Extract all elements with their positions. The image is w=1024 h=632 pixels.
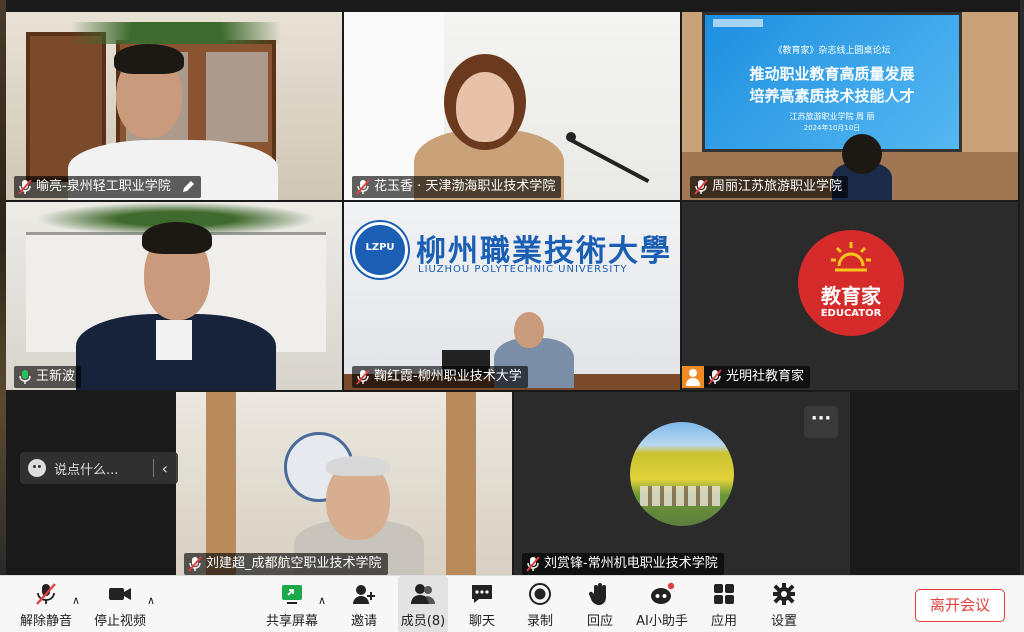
participant-name-tag: 喻亮-泉州轻工职业学院	[14, 176, 201, 198]
participant-name-tag: 光明社教育家	[682, 366, 811, 388]
video-tile-6[interactable]: 教育家 EDUCATOR 光明社教育家	[682, 202, 1018, 390]
chat-label: 聊天	[468, 614, 495, 629]
meeting-toolbar: 解除静音 ∧ 停止视频 ∧ 共享屏幕 ∧ 邀请 成员(8) 聊天 录制 回应 A…	[0, 575, 1024, 632]
educator-logo-cn: 教育家	[821, 284, 881, 308]
hand-wave-icon	[588, 583, 606, 605]
mic-muted-icon	[694, 179, 708, 195]
video-tile-4-active-speaker[interactable]: 王新波	[6, 202, 342, 390]
participant-name-tag: 王新波	[14, 366, 82, 388]
settings-label: 设置	[770, 614, 797, 629]
invite-button[interactable]: 邀请	[342, 576, 386, 632]
video-tile-3[interactable]: 《教育家》杂志线上圆桌论坛 推动职业教育高质量发展 培养高素质技术技能人才 江苏…	[682, 12, 1018, 200]
participant-name-tag: 刘建超_成都航空职业技术学院	[184, 553, 388, 575]
video-feed: 《教育家》杂志线上圆桌论坛 推动职业教育高质量发展 培养高素质技术技能人才 江苏…	[682, 12, 1018, 200]
sun-icon	[831, 242, 871, 272]
participant-name: 刘赏锋-常州机电职业技术学院	[544, 556, 718, 571]
share-screen-label: 共享屏幕	[265, 614, 318, 629]
participant-name-tag: 刘赏锋-常州机电职业技术学院	[522, 553, 724, 575]
chat-input-bar[interactable]: 说点什么... ‹	[20, 452, 178, 484]
video-tile-1[interactable]: 喻亮-泉州轻工职业学院	[6, 12, 342, 200]
members-icon	[411, 584, 435, 604]
participant-name: 周丽江苏旅游职业学院	[712, 179, 843, 194]
chevron-up-icon[interactable]: ∧	[147, 594, 155, 607]
presentation-subtitle: 《教育家》杂志线上圆桌论坛	[773, 46, 891, 56]
chat-button[interactable]: 聊天	[462, 576, 502, 632]
apps-button[interactable]: 应用	[704, 576, 744, 632]
chat-input-placeholder[interactable]: 说点什么...	[54, 459, 145, 478]
share-screen-button[interactable]: 共享屏幕	[262, 576, 322, 632]
university-badge: LZPU	[365, 242, 395, 253]
apps-label: 应用	[710, 614, 737, 629]
chat-bubble-icon	[472, 585, 492, 603]
more-options-button[interactable]: ···	[804, 406, 838, 438]
video-feed	[344, 12, 680, 200]
presentation-screen: 《教育家》杂志线上圆桌论坛 推动职业教育高质量发展 培养高素质技术技能人才 江苏…	[702, 12, 962, 152]
participant-name-tag: 周丽江苏旅游职业学院	[690, 176, 849, 198]
record-icon	[529, 583, 551, 605]
react-button[interactable]: 回应	[580, 576, 620, 632]
video-feed	[176, 392, 512, 575]
participant-name-tag: 鞠红霞-柳州职业技术大学	[352, 366, 528, 388]
presentation-presenter: 江苏旅游职业学院 周 丽	[789, 112, 875, 121]
participant-name: 鞠红霞-柳州职业技术大学	[374, 369, 522, 384]
record-label: 录制	[526, 614, 553, 629]
record-button[interactable]: 录制	[520, 576, 560, 632]
chevron-up-icon[interactable]: ∧	[318, 594, 326, 607]
collapse-chat-button[interactable]: ‹	[162, 459, 168, 478]
share-screen-icon	[282, 585, 302, 604]
unmute-button[interactable]: 解除静音	[14, 576, 78, 632]
mic-muted-icon	[356, 179, 370, 195]
participant-name: 光明社教育家	[726, 369, 805, 384]
chevron-up-icon[interactable]: ∧	[72, 594, 80, 607]
pencil-icon[interactable]	[181, 180, 195, 194]
participant-name: 王新波	[36, 369, 76, 384]
video-feed	[6, 202, 342, 390]
members-label: 成员(8)	[400, 614, 446, 629]
video-tile-7[interactable]: 刘建超_成都航空职业技术学院	[176, 392, 512, 575]
mic-muted-icon	[36, 583, 56, 605]
ai-assistant-label: AI小助手	[636, 614, 688, 629]
video-tile-8[interactable]: 刘赏锋-常州机电职业技术学院	[514, 392, 850, 575]
video-feed: LZPU 柳州職業技術大學 LIUZHOU POLYTECHNIC UNIVER…	[344, 202, 680, 390]
participant-name: 花玉香 · 天津渤海职业技术学院	[374, 179, 556, 194]
mic-active-icon	[19, 370, 31, 384]
leave-meeting-button[interactable]: 离开会议	[915, 589, 1005, 622]
mic-muted-icon	[708, 369, 722, 385]
video-camera-icon	[109, 588, 131, 600]
stop-video-button[interactable]: 停止视频	[90, 576, 150, 632]
presentation-line-2: 培养高素质技术技能人才	[749, 87, 915, 105]
gear-icon	[773, 583, 795, 605]
participant-name: 喻亮-泉州轻工职业学院	[36, 179, 171, 194]
background-strip-right	[1020, 0, 1024, 575]
emoji-icon[interactable]	[28, 459, 46, 477]
video-tile-5[interactable]: LZPU 柳州職業技術大學 LIUZHOU POLYTECHNIC UNIVER…	[344, 202, 680, 390]
divider	[152, 459, 154, 477]
ai-assistant-icon	[651, 582, 675, 604]
unmute-label: 解除静音	[19, 614, 72, 629]
participant-avatar	[630, 422, 734, 526]
members-button[interactable]: 成员(8)	[398, 576, 448, 632]
presentation-line-1: 推动职业教育高质量发展	[749, 65, 915, 83]
mic-muted-icon	[526, 556, 540, 572]
apps-grid-icon	[714, 584, 734, 604]
participant-name-tag: 花玉香 · 天津渤海职业技术学院	[352, 176, 562, 198]
presentation-date: 2024年10月10日	[803, 124, 861, 132]
react-label: 回应	[586, 614, 613, 629]
stop-video-label: 停止视频	[93, 614, 146, 629]
ai-assistant-button[interactable]: AI小助手	[636, 576, 688, 632]
mic-muted-icon	[188, 556, 202, 572]
video-feed	[6, 12, 342, 200]
university-banner-en: LIUZHOU POLYTECHNIC UNIVERSITY	[418, 264, 628, 275]
invite-label: 邀请	[350, 614, 377, 629]
educator-logo-en: EDUCATOR	[820, 308, 882, 319]
person-avatar-icon	[682, 366, 704, 388]
settings-button[interactable]: 设置	[764, 576, 804, 632]
video-tile-2[interactable]: 花玉香 · 天津渤海职业技术学院	[344, 12, 680, 200]
mic-muted-icon	[18, 179, 32, 195]
add-person-icon	[353, 585, 375, 604]
mic-muted-icon	[356, 369, 370, 385]
meeting-window: 喻亮-泉州轻工职业学院 花玉香 · 天津渤海职业技术学院 《教育家》杂志线上圆桌…	[0, 0, 1024, 632]
educator-logo: 教育家 EDUCATOR	[798, 230, 904, 336]
participant-name: 刘建超_成都航空职业技术学院	[206, 556, 382, 571]
